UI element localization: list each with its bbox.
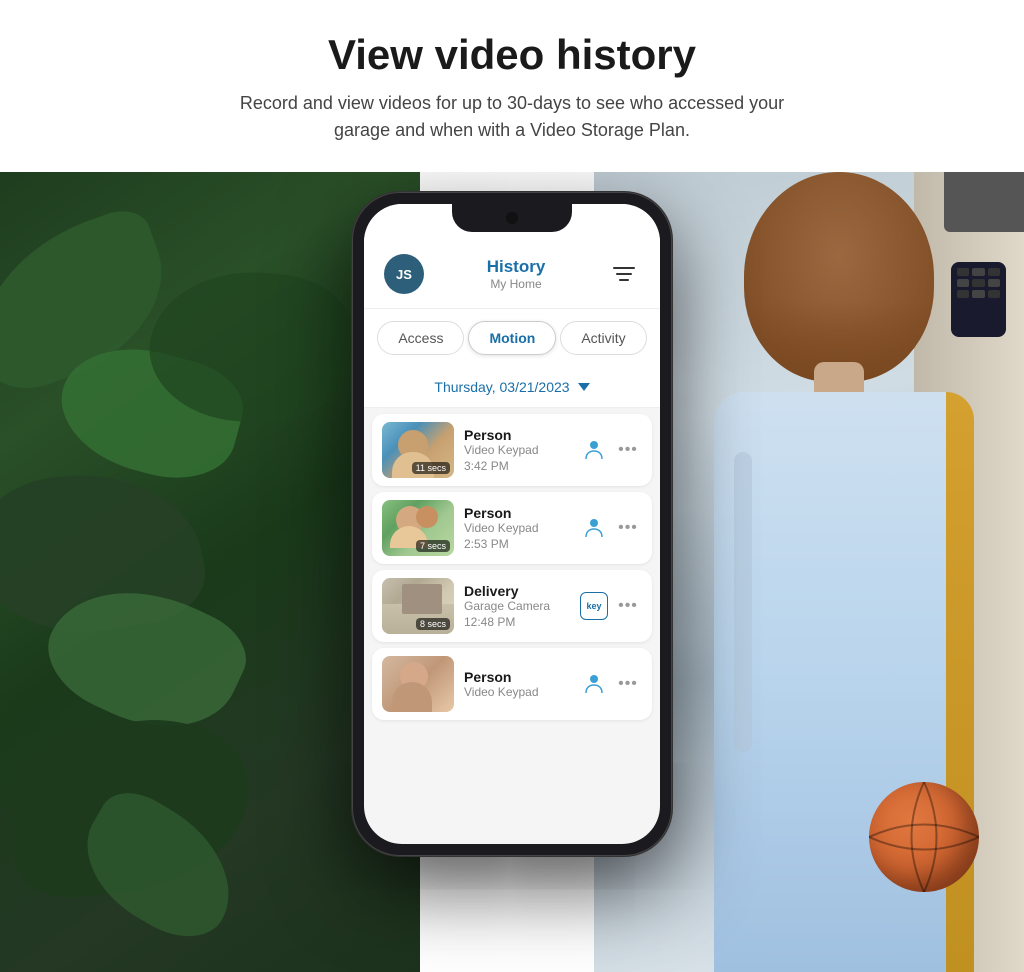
page-subtitle: Record and view videos for up to 30-days… [212,90,812,144]
item-actions-2: ••• [580,514,642,542]
item-source-1: Video Keypad [464,443,570,457]
video-thumbnail-2: 7 secs [382,500,454,556]
item-actions-3: key ••• [580,592,642,620]
duration-badge-1: 11 secs [412,462,450,474]
filter-line-1 [613,267,635,269]
item-source-4: Video Keypad [464,685,570,699]
filter-icon[interactable] [608,258,640,290]
header-title-block: History My Home [487,257,546,291]
item-source-3: Garage Camera [464,599,570,613]
item-actions-1: ••• [580,436,642,464]
more-button-1[interactable]: ••• [614,436,642,464]
tabs-container: Access Motion Activity [364,309,660,367]
item-type-2: Person [464,505,570,521]
screen-subtitle: My Home [487,277,546,291]
item-info-1: Person Video Keypad 3:42 PM [464,427,570,473]
filter-line-3 [619,279,629,281]
tab-motion[interactable]: Motion [468,321,556,355]
list-item[interactable]: Person Video Keypad ••• [372,648,652,720]
date-label: Thursday, 03/21/2023 [434,379,569,395]
person-icon-4 [580,670,608,698]
person-icon-1 [580,436,608,464]
list-item[interactable]: 7 secs Person Video Keypad 2:53 PM [372,492,652,564]
header-section: View video history Record and view video… [0,0,1024,172]
video-thumbnail-4 [382,656,454,712]
phone-screen: JS History My Home Access Motion Ac [364,204,660,844]
item-type-1: Person [464,427,570,443]
item-time-3: 12:48 PM [464,615,570,629]
background-scene: JS History My Home Access Motion Ac [0,172,1024,972]
phone-frame: JS History My Home Access Motion Ac [352,192,672,856]
filter-line-2 [616,273,632,275]
item-time-2: 2:53 PM [464,537,570,551]
item-info-2: Person Video Keypad 2:53 PM [464,505,570,551]
list-item[interactable]: 11 secs Person Video Keypad 3:42 PM [372,414,652,486]
tab-activity[interactable]: Activity [560,321,646,355]
key-icon-3: key [580,592,608,620]
item-source-2: Video Keypad [464,521,570,535]
item-type-3: Delivery [464,583,570,599]
item-time-1: 3:42 PM [464,459,570,473]
date-bar[interactable]: Thursday, 03/21/2023 [364,367,660,408]
item-actions-4: ••• [580,670,642,698]
page-title: View video history [20,32,1004,78]
more-button-2[interactable]: ••• [614,514,642,542]
tab-access[interactable]: Access [377,321,464,355]
duration-badge-2: 7 secs [416,540,450,552]
person-icon-2 [580,514,608,542]
phone-device: JS History My Home Access Motion Ac [352,192,672,856]
chevron-down-icon [578,383,590,391]
list-item[interactable]: 8 secs Delivery Garage Camera 12:48 PM k… [372,570,652,642]
phone-notch [452,204,572,232]
duration-badge-3: 8 secs [416,618,450,630]
screen-title: History [487,257,546,277]
item-info-3: Delivery Garage Camera 12:48 PM [464,583,570,629]
user-avatar[interactable]: JS [384,254,424,294]
more-button-3[interactable]: ••• [614,592,642,620]
more-button-4[interactable]: ••• [614,670,642,698]
item-type-4: Person [464,669,570,685]
person-figure [684,172,994,972]
item-info-4: Person Video Keypad [464,669,570,699]
history-list: 11 secs Person Video Keypad 3:42 PM [364,414,660,720]
video-thumbnail-1: 11 secs [382,422,454,478]
video-thumbnail-3: 8 secs [382,578,454,634]
